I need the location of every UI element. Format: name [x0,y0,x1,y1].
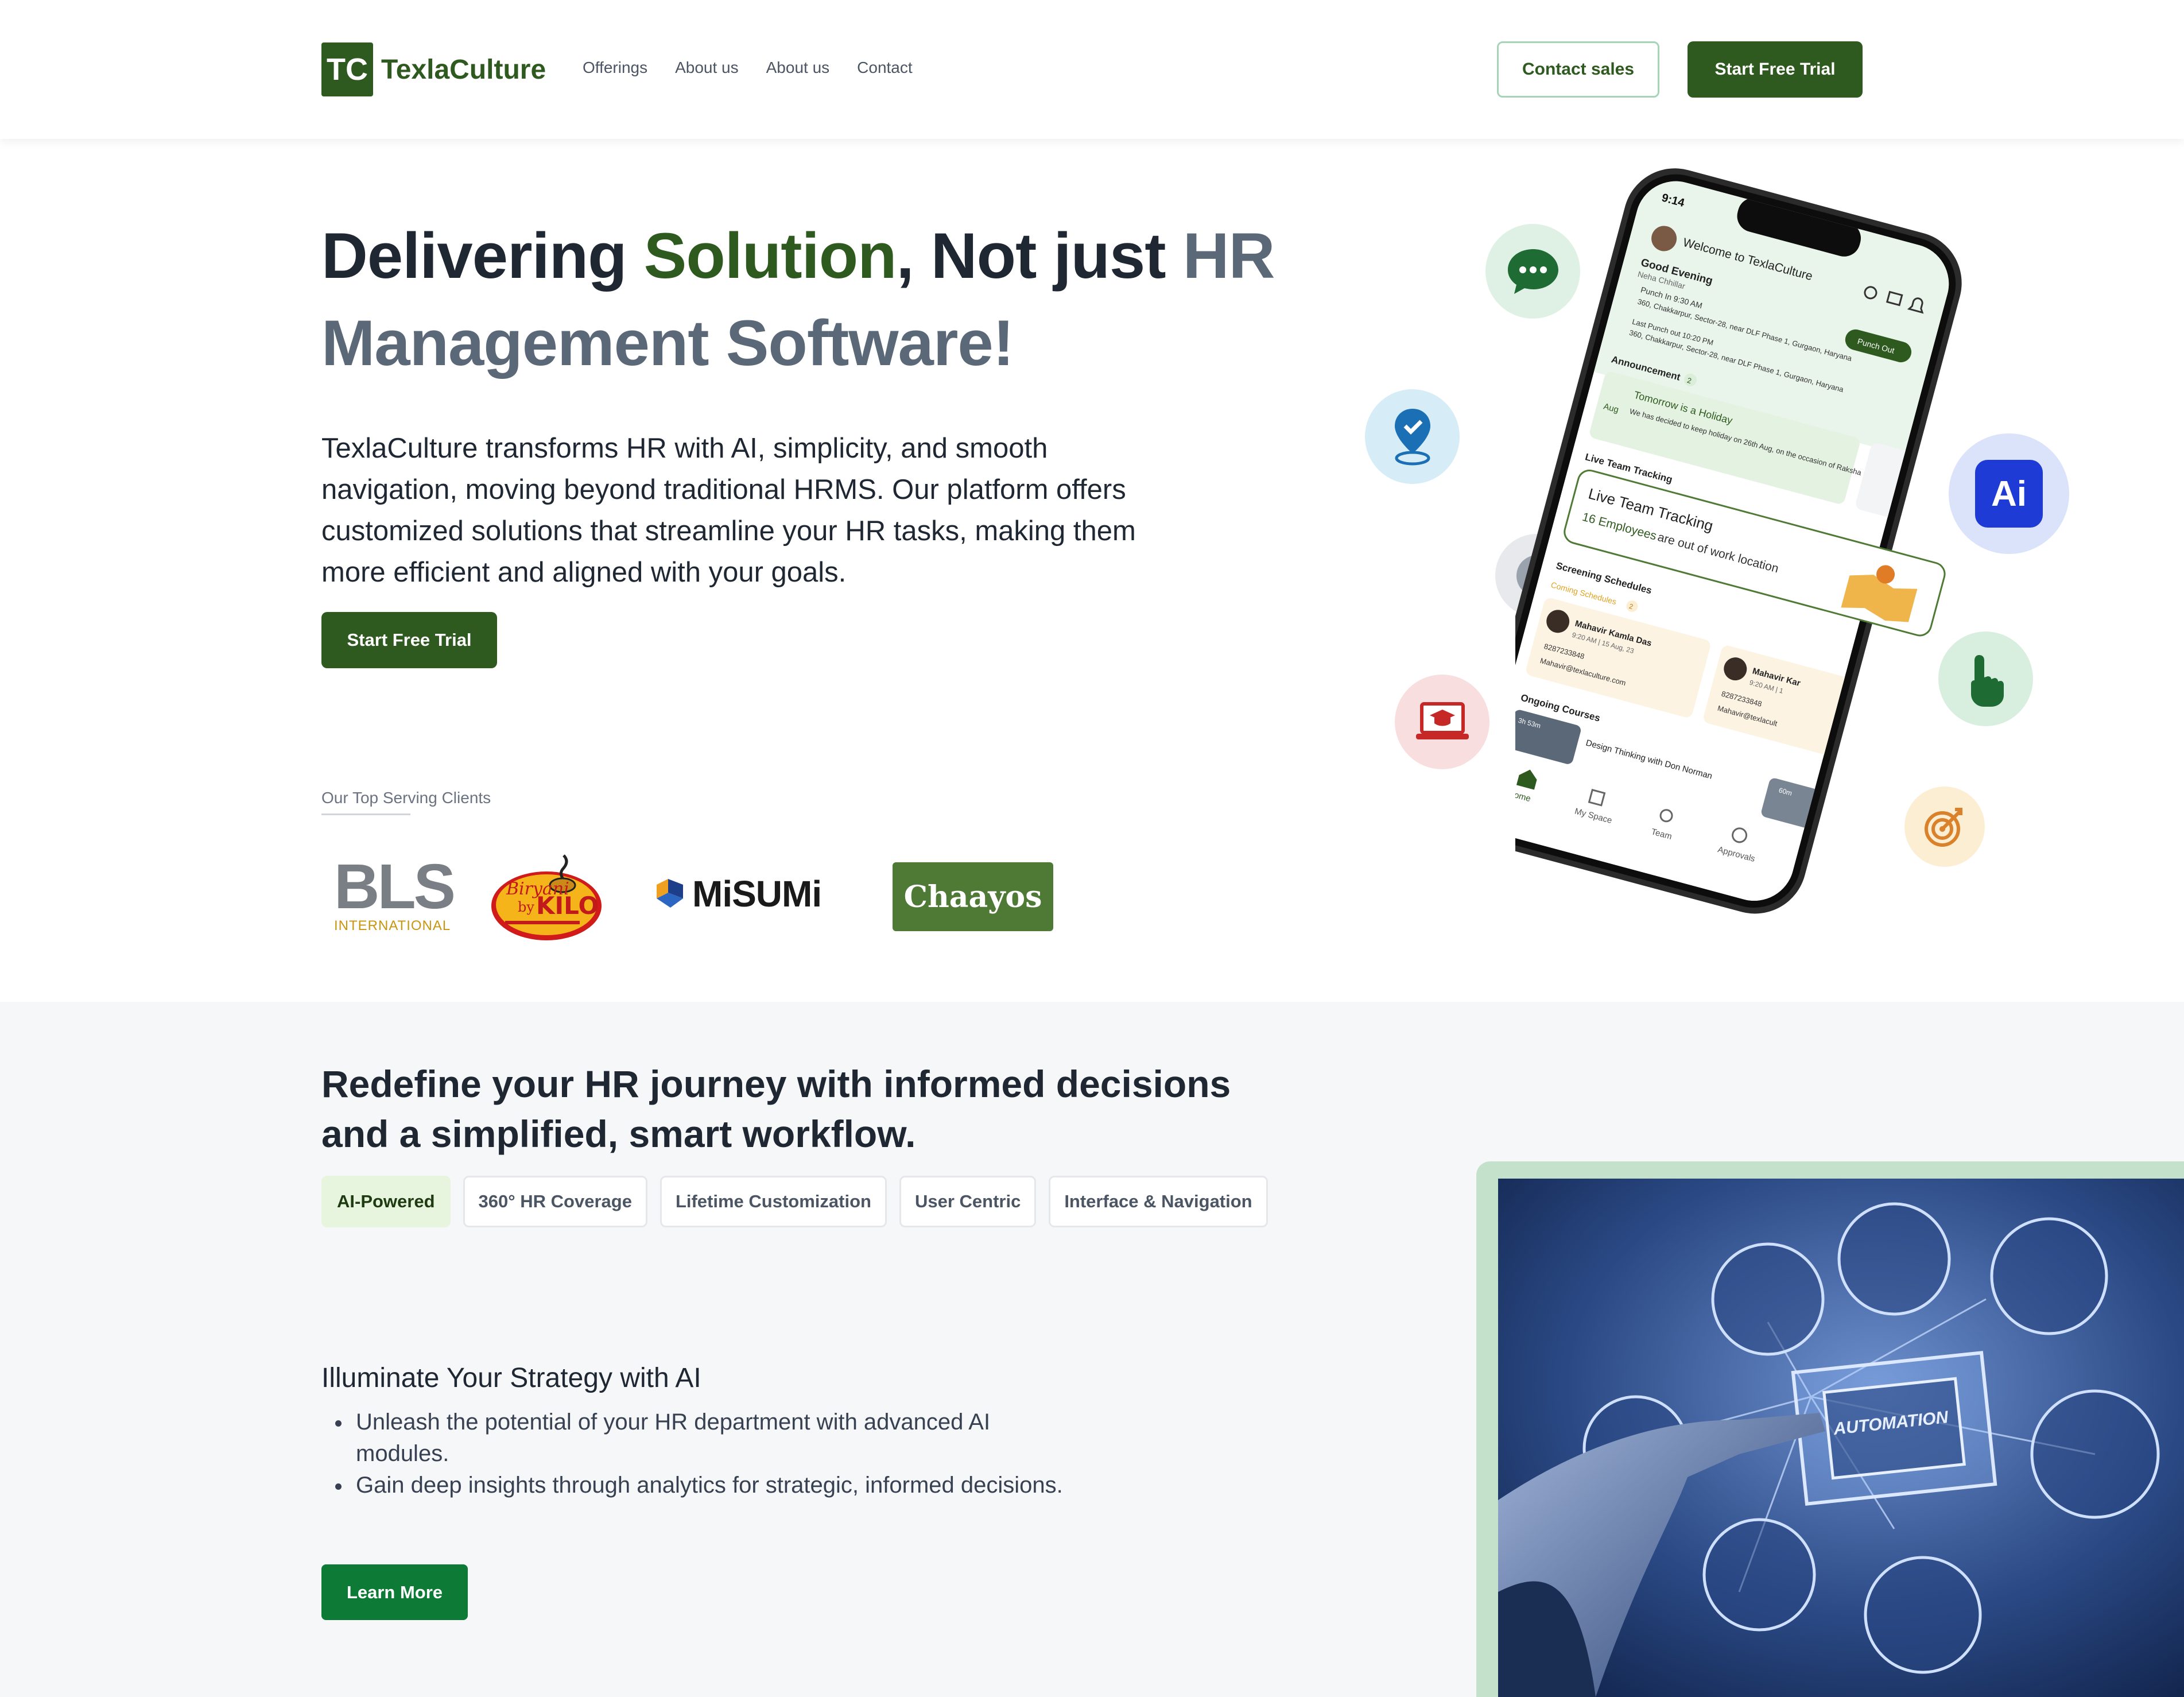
tab-ai-powered[interactable]: AI-Powered [321,1176,451,1227]
hero-title-part2: , Not just [896,220,1183,292]
nav-link-about-us-2[interactable]: About us [766,59,830,77]
tab-360-hr-coverage[interactable]: 360° HR Coverage [463,1176,647,1227]
heart-circle-icon [2030,1389,2160,1519]
nav-link-contact[interactable]: Contact [857,59,913,77]
laptop-graduation-icon [1415,702,1469,739]
location-pin-icon [1394,408,1430,465]
feature-bullet: Gain deep insights through analytics for… [321,1470,1068,1501]
bls-wordmark: BLS [334,851,456,922]
logo-text: TexlaCulture [381,54,546,85]
dna-circle-icon [1864,1556,1982,1674]
nav-link-about-us[interactable]: About us [675,59,739,77]
feature-tabs: AI-Powered 360° HR Coverage Lifetime Cus… [321,1176,1268,1227]
misumi-cube-icon [657,879,683,908]
brand-logo[interactable]: TC TexlaCulture [321,42,546,96]
learn-more-button[interactable]: Learn More [321,1564,468,1620]
eye-circle-icon [1702,1518,1816,1632]
kilo-line2: by [518,899,534,915]
clients-underline [321,813,410,815]
bls-subtitle: INTERNATIONAL [334,918,451,933]
start-free-trial-hero-button[interactable]: Start Free Trial [321,612,497,668]
folder-circle-icon [1837,1202,1951,1316]
hero-description: TexlaCulture transforms HR with AI, simp… [321,433,1136,588]
start-free-trial-nav-button[interactable]: Start Free Trial [1688,41,1863,98]
contact-sales-button[interactable]: Contact sales [1497,41,1659,98]
client-logo-chaayos: Chaayos [893,862,1053,931]
misumi-wordmark: MiSUMi [692,873,822,915]
client-logo-misumi: MiSUMi [654,873,822,915]
client-logo-bls: BLS INTERNATIONAL [334,851,456,934]
chip-circle-icon [1990,1217,2108,1335]
feature-bullets: Unleash the potential of your HR departm… [321,1407,1068,1501]
feature-bullet: Unleash the potential of your HR departm… [321,1407,1068,1470]
location-badge [1365,389,1460,484]
top-nav: TC TexlaCulture Offerings About us About… [0,0,2184,139]
features-title: Redefine your HR journey with informed d… [321,1063,1231,1155]
tab-user-centric[interactable]: User Centric [899,1176,1037,1227]
hero-title: Delivering Solution, Not just HR Managem… [321,212,1326,387]
nav-link-offerings[interactable]: Offerings [583,59,647,77]
logo-mark: TC [321,42,373,96]
phone-mockup: 9:14 Welcome to TexlaCulture Good Evenin… [1468,161,1986,930]
feature-title: Illuminate Your Strategy with AI [321,1363,701,1393]
tab-lifetime-customization[interactable]: Lifetime Customization [660,1176,887,1227]
client-logo-biryani-by-kilo: Biryani by KILO [489,850,604,943]
kilo-line3: KILO [536,892,599,920]
microphone-circle-icon [1711,1242,1825,1356]
tab-interface-navigation[interactable]: Interface & Navigation [1049,1176,1268,1227]
clients-label: Our Top Serving Clients [321,789,491,807]
hero-title-green: Solution [643,220,897,292]
hero-title-part1: Delivering [321,220,644,292]
nav-links: Offerings About us About us Contact [583,59,913,77]
elearning-badge [1395,675,1489,769]
feature-image-automation: AUTOMATION [1498,1179,2184,1697]
